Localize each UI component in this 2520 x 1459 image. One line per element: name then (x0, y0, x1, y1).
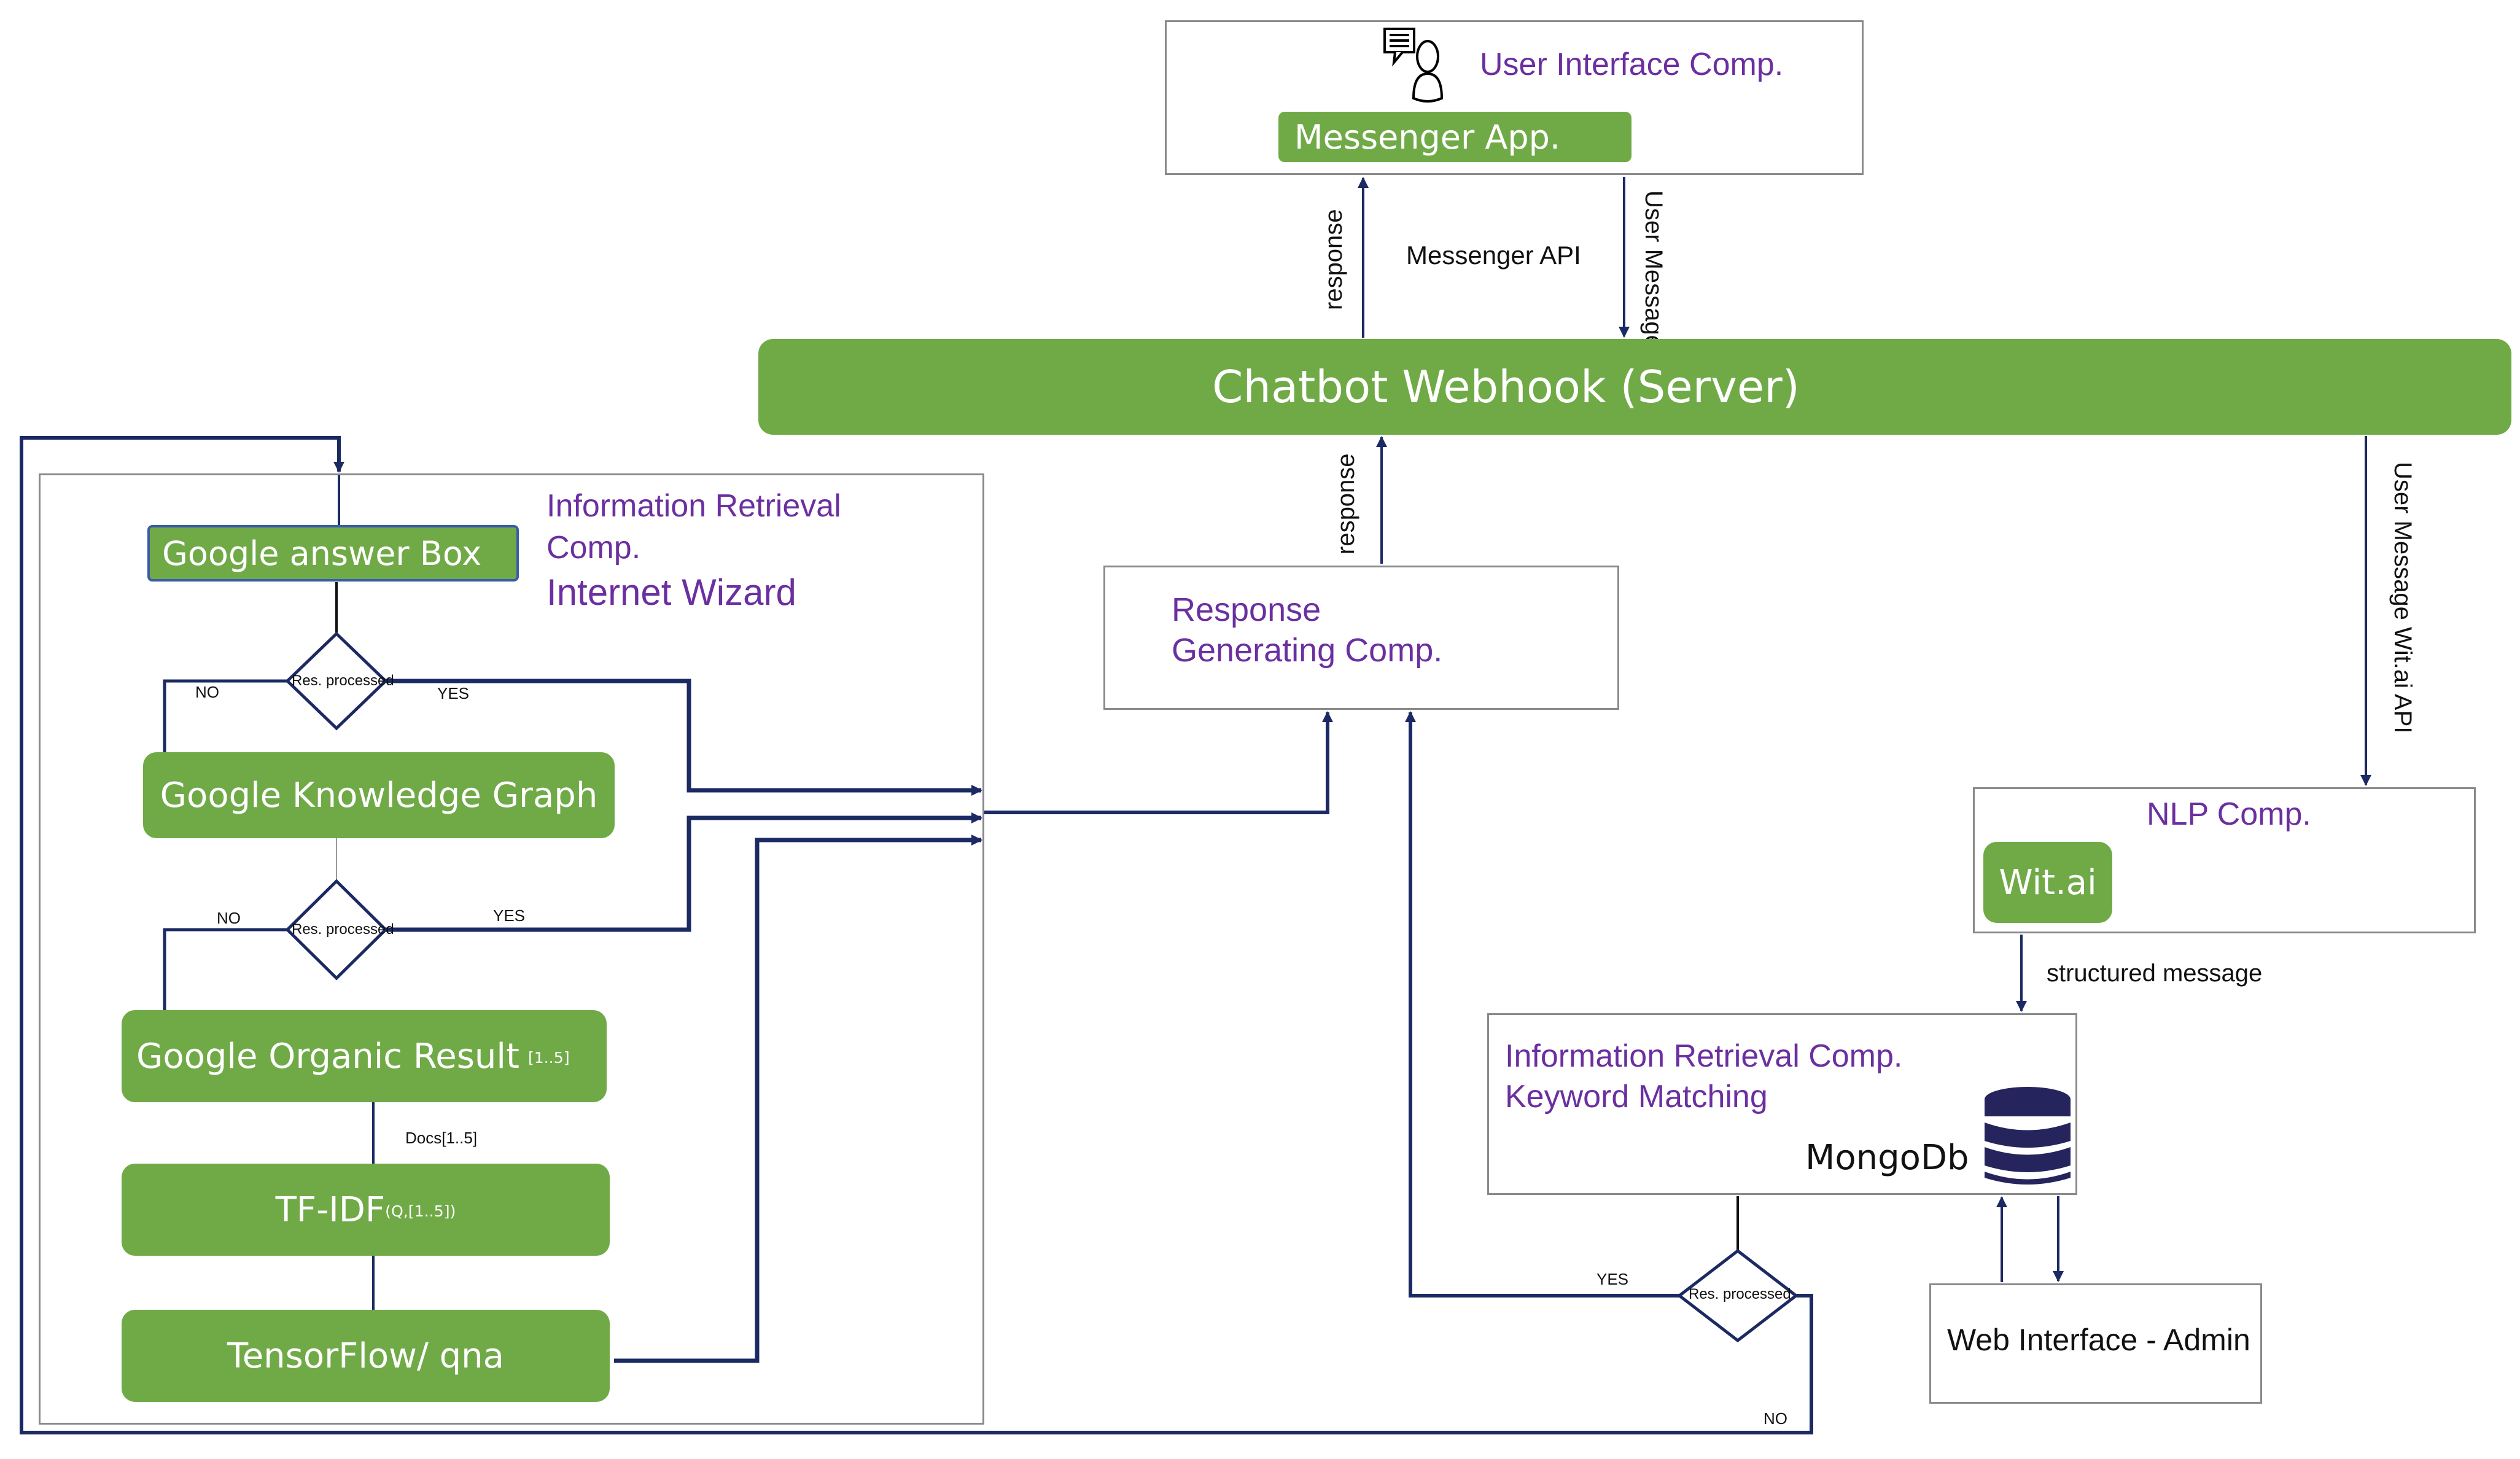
decision-2-label: Res. processed (292, 921, 394, 938)
wit-ai-label: Wit.ai (1999, 862, 2097, 903)
decision-2-yes: YES (493, 906, 526, 925)
database-icon (1985, 1087, 2071, 1185)
web-interface-admin-label: Web Interface - Admin (1947, 1323, 2250, 1357)
messenger-app-label: Messenger App. (1294, 117, 1561, 157)
user-message-label: User Message (1640, 190, 1667, 349)
docs-label: Docs[1..5] (405, 1129, 478, 1147)
response-generating-component: Response Generating Comp. (1103, 566, 1619, 710)
decision-1-label: Res. processed (292, 672, 394, 689)
tf-idf-sub: (Q,[1..5]) (385, 1202, 456, 1221)
internet-wizard-to-response (984, 711, 1333, 814)
decision-3-no: NO (1764, 1409, 1787, 1428)
google-organic-result[interactable]: Google Organic Result [1..5] (122, 1010, 607, 1102)
web-interface-admin[interactable]: Web Interface - Admin (1929, 1283, 2262, 1404)
keyword-matching-title-2: Keyword Matching (1505, 1079, 1768, 1115)
decision-3-label: Res. processed (1689, 1286, 1791, 1302)
response-label-ui: response (1320, 209, 1347, 310)
nlp-title: NLP Comp. (2147, 796, 2311, 832)
internet-wizard-title-3: Internet Wizard (546, 572, 796, 613)
response-gen-title-1: Response (1172, 591, 1321, 628)
google-answer-box[interactable]: Google answer Box (147, 525, 519, 582)
google-knowledge-graph-label: Google Knowledge Graph (160, 775, 598, 815)
response-label-webhook: response (1332, 453, 1359, 554)
webhook-label: Chatbot Webhook (Server) (1212, 361, 1800, 413)
messenger-api-label: Messenger API (1406, 241, 1581, 270)
tf-idf-label: TF-IDF (275, 1189, 386, 1230)
keyword-yes-path (1405, 711, 1679, 1298)
user-interface-title: User Interface Comp. (1480, 47, 1784, 82)
google-organic-result-label: Google Organic Result (136, 1036, 519, 1076)
response-gen-title-2: Generating Comp. (1172, 632, 1443, 669)
chatbot-webhook-server[interactable]: Chatbot Webhook (Server) (758, 339, 2511, 435)
decision-1-no: NO (195, 683, 219, 701)
decision-1-yes: YES (437, 684, 470, 702)
nlp-component: NLP Comp. Wit.ai (1973, 787, 2476, 933)
wit-ai-engine[interactable]: Wit.ai (1983, 842, 2112, 923)
mongodb-label: MongoDb (1805, 1138, 1969, 1178)
internet-wizard-title-1: Information Retrieval (546, 488, 841, 524)
decision-3-yes: YES (1596, 1270, 1629, 1288)
messenger-app-button[interactable]: Messenger App. (1278, 112, 1631, 162)
google-knowledge-graph[interactable]: Google Knowledge Graph (143, 752, 615, 838)
user-chat-icon (1383, 28, 1444, 103)
keyword-matching-component: Information Retrieval Comp. Keyword Matc… (1487, 1013, 2077, 1195)
internet-wizard-title-2: Comp. (546, 530, 641, 566)
google-organic-result-sub: [1..5] (527, 1049, 570, 1067)
google-answer-box-label: Google answer Box (162, 534, 482, 573)
keyword-matching-title-1: Information Retrieval Comp. (1505, 1038, 1903, 1074)
structured-message-label: structured message (2047, 960, 2263, 987)
tf-idf[interactable]: TF-IDF (Q,[1..5]) (122, 1164, 610, 1256)
wit-api-label: User Message Wit.ai API (2389, 462, 2416, 734)
tensorflow-qna-label: TensorFlow/ qna (227, 1336, 504, 1376)
decision-2-no: NO (217, 909, 241, 927)
tensorflow-qna[interactable]: TensorFlow/ qna (122, 1310, 610, 1402)
user-interface-component: User Interface Comp. Messenger App. (1165, 20, 1864, 175)
internet-wizard-component (39, 473, 984, 1425)
